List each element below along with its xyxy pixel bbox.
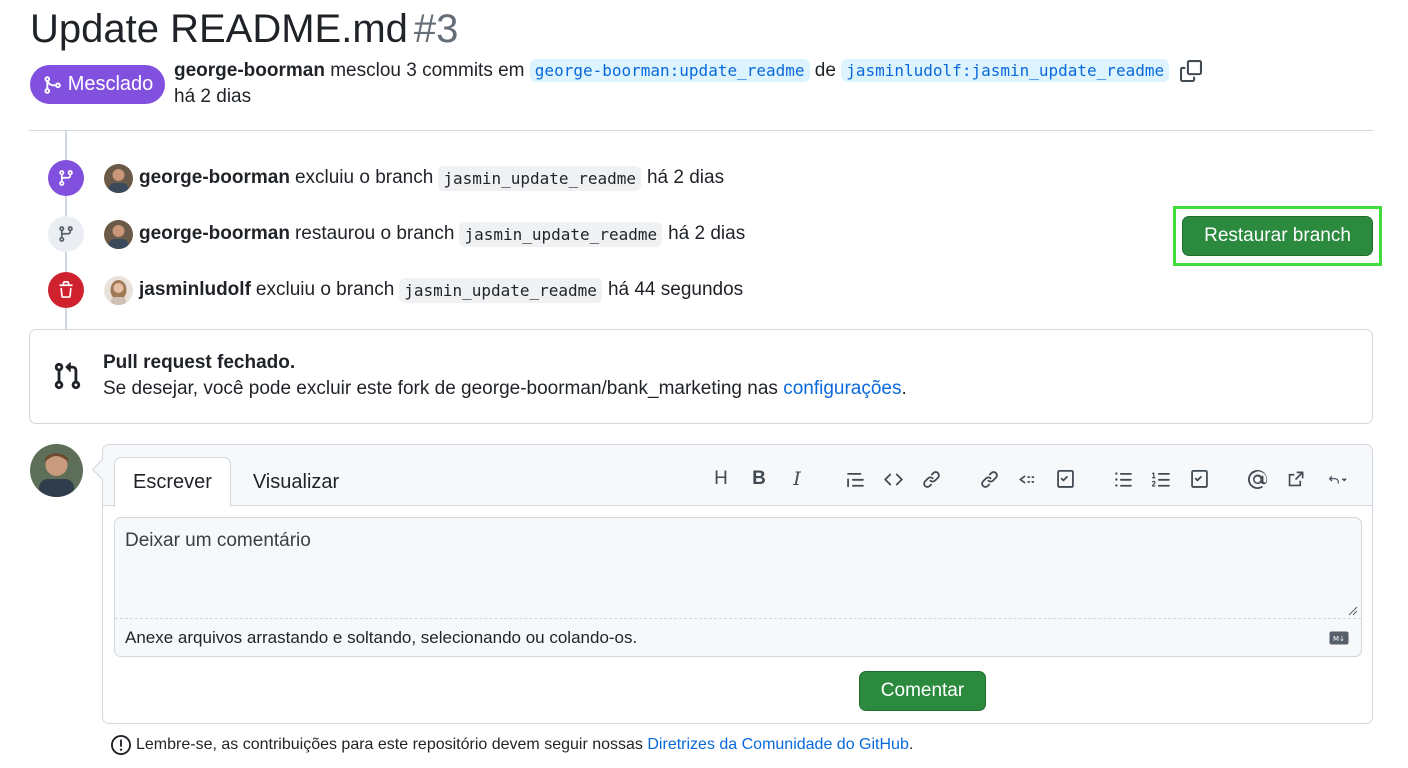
ordered-list-icon[interactable] — [1147, 466, 1175, 492]
merged-status-badge: Mesclado — [30, 65, 165, 104]
user-link[interactable]: george-boorman — [139, 167, 290, 189]
mention-icon[interactable] — [1243, 466, 1271, 492]
note-text: Lembre-se, as contribuições para este re… — [136, 736, 643, 753]
markdown-toolbar: H B I — [707, 466, 1365, 492]
user-link[interactable]: george-boorman — [139, 223, 290, 245]
timeline-item: jasminludolf excluiu o branch jasmin_upd… — [48, 272, 1168, 308]
avatar[interactable] — [104, 163, 133, 193]
tab-preview[interactable]: Visualizar — [241, 457, 351, 507]
markdown-icon[interactable]: M↓ — [1329, 631, 1349, 645]
git-merge-icon — [44, 75, 61, 94]
closed-desc-text: Se desejar, você pode excluir este fork … — [103, 378, 778, 399]
avatar[interactable] — [104, 275, 133, 305]
comment-textarea[interactable] — [115, 518, 1361, 618]
restore-button-highlight: Restaurar branch — [1173, 206, 1382, 266]
task-icon[interactable] — [1051, 466, 1079, 492]
current-user-avatar[interactable] — [30, 444, 83, 497]
note-end: . — [908, 736, 914, 753]
comment-composer: Escrever Visualizar H B I A — [102, 444, 1373, 724]
info-icon — [111, 735, 131, 755]
task-list-icon[interactable] — [1185, 466, 1213, 492]
event-action: restaurou o branch — [294, 223, 455, 244]
tab-write[interactable]: Escrever — [114, 457, 231, 507]
event-time: há 44 segundos — [607, 279, 744, 300]
trash-icon — [48, 272, 84, 308]
merge-summary: george-boorman mesclou 3 commits em geor… — [174, 58, 1203, 84]
settings-link[interactable]: configurações — [783, 378, 901, 399]
event-action: excluiu o branch — [294, 167, 434, 188]
resize-handle-icon[interactable] — [1348, 606, 1358, 616]
git-branch-icon — [48, 216, 84, 252]
pr-number: #3 — [413, 7, 459, 51]
status-label: Mesclado — [67, 73, 154, 95]
author-link[interactable]: george-boorman — [174, 60, 325, 81]
git-pull-request-icon — [54, 362, 81, 390]
de-text: de — [814, 60, 836, 81]
pr-title: Update README.md — [30, 7, 408, 51]
svg-text:M↓: M↓ — [1333, 635, 1345, 643]
comment-textarea-wrap: Anexe arquivos arrastando e soltando, se… — [114, 517, 1362, 657]
closed-title: Pull request fechado. — [103, 352, 296, 373]
copy-icon[interactable] — [1180, 59, 1203, 82]
closed-description: Se desejar, você pode excluir este fork … — [103, 378, 907, 400]
link-icon[interactable] — [975, 466, 1003, 492]
cross-reference-icon[interactable] — [1013, 466, 1041, 492]
comment-submit-button[interactable]: Comentar — [859, 671, 986, 711]
attach-files-bar[interactable]: Anexe arquivos arrastando e soltando, se… — [115, 618, 1361, 657]
event-time: há 2 dias — [668, 223, 746, 244]
avatar[interactable] — [104, 219, 133, 249]
git-branch-icon — [48, 160, 84, 196]
event-time: há 2 dias — [646, 167, 725, 188]
italic-button[interactable]: I — [783, 466, 811, 492]
header-divider — [29, 130, 1373, 131]
restore-branch-button[interactable]: Restaurar branch — [1182, 216, 1373, 256]
user-link[interactable]: jasminludolf — [139, 279, 251, 301]
bold-button[interactable]: B — [745, 466, 773, 492]
undo-dropdown-icon[interactable] — [1319, 466, 1355, 492]
branch-name: jasmin_update_readme — [459, 221, 663, 247]
timeline-item: george-boorman restaurou o branch jasmin… — [48, 216, 1168, 252]
merge-time: há 2 dias — [174, 86, 252, 107]
event-action: excluiu o branch — [255, 279, 395, 300]
code-icon[interactable] — [879, 466, 907, 492]
merge-text: mesclou 3 commits em — [330, 60, 525, 81]
unordered-list-icon[interactable] — [1109, 466, 1137, 492]
base-branch[interactable]: george-boorman:update_readme — [529, 59, 810, 82]
composer-header: Escrever Visualizar H B I — [103, 445, 1372, 507]
contribution-note: Lembre-se, as contribuições para este re… — [111, 735, 913, 755]
quote-icon[interactable] — [841, 466, 869, 492]
head-branch[interactable]: jasminludolf:jasmin_update_readme — [841, 59, 1170, 82]
community-guidelines-link[interactable]: Diretrizes da Comunidade do GitHub — [647, 736, 908, 754]
closed-desc-end: . — [901, 378, 907, 399]
timeline-item: george-boorman excluiu o branch jasmin_u… — [48, 160, 1168, 196]
link-icon[interactable] — [917, 466, 945, 492]
heading-button[interactable]: H — [707, 466, 735, 492]
attach-text: Anexe arquivos arrastando e soltando, se… — [125, 628, 638, 647]
pr-closed-notice: Pull request fechado. Se desejar, você p… — [29, 329, 1373, 424]
branch-name: jasmin_update_readme — [399, 277, 602, 303]
pr-title-row: Update README.md #3 — [30, 4, 458, 54]
reference-icon[interactable] — [1281, 466, 1309, 492]
branch-name: jasmin_update_readme — [438, 165, 641, 191]
